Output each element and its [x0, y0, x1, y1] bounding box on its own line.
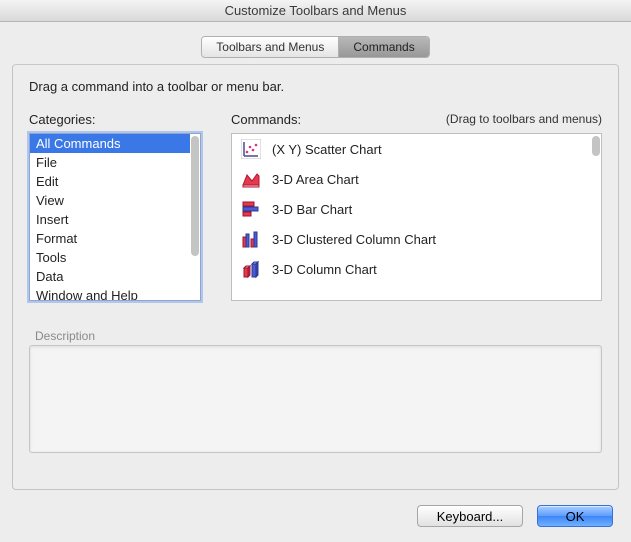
- keyboard-button[interactable]: Keyboard...: [417, 505, 523, 527]
- button-label: Keyboard...: [437, 509, 504, 524]
- area-3d-chart-icon: [240, 168, 262, 190]
- categories-column: Categories: All Commands File Edit View …: [29, 112, 201, 301]
- category-item-view[interactable]: View: [30, 191, 190, 210]
- scatter-chart-icon: [240, 138, 262, 160]
- category-label: Insert: [36, 212, 69, 227]
- button-row: Keyboard... OK: [0, 490, 631, 542]
- category-label: Tools: [36, 250, 66, 265]
- categories-label: Categories:: [29, 112, 95, 127]
- category-label: Format: [36, 231, 77, 246]
- scrollbar-thumb[interactable]: [191, 136, 199, 256]
- category-label: View: [36, 193, 64, 208]
- tab-bar-area: Toolbars and Menus Commands: [0, 22, 631, 58]
- commands-pane: Drag a command into a toolbar or menu ba…: [12, 64, 619, 490]
- command-label: 3-D Clustered Column Chart: [272, 232, 436, 247]
- command-label: 3-D Column Chart: [272, 262, 377, 277]
- category-label: Window and Help: [36, 288, 138, 300]
- tab-label: Commands: [353, 40, 414, 54]
- command-item-3d-bar-chart[interactable]: 3-D Bar Chart: [232, 194, 591, 224]
- category-label: File: [36, 155, 57, 170]
- clustered-column-3d-chart-icon: [240, 228, 262, 250]
- category-item-file[interactable]: File: [30, 153, 190, 172]
- command-item-3d-clustered-column-chart[interactable]: 3-D Clustered Column Chart: [232, 224, 591, 254]
- description-section: Description: [29, 329, 602, 453]
- command-item-3d-area-chart[interactable]: 3-D Area Chart: [232, 164, 591, 194]
- category-label: Data: [36, 269, 63, 284]
- category-item-data[interactable]: Data: [30, 267, 190, 286]
- tab-toolbars-and-menus[interactable]: Toolbars and Menus: [202, 37, 338, 57]
- command-item-xy-scatter-chart[interactable]: (X Y) Scatter Chart: [232, 134, 591, 164]
- tab-label: Toolbars and Menus: [216, 40, 324, 54]
- category-item-edit[interactable]: Edit: [30, 172, 190, 191]
- commands-scrollbar[interactable]: [592, 135, 600, 299]
- command-label: 3-D Bar Chart: [272, 202, 352, 217]
- category-item-all-commands[interactable]: All Commands: [30, 134, 190, 153]
- categories-listbox[interactable]: All Commands File Edit View Insert Forma…: [29, 133, 201, 301]
- scrollbar-thumb[interactable]: [592, 136, 600, 156]
- category-item-window-and-help[interactable]: Window and Help: [30, 286, 190, 300]
- drag-hint: (Drag to toolbars and menus): [446, 112, 602, 127]
- command-label: 3-D Area Chart: [272, 172, 359, 187]
- description-box: [29, 345, 602, 453]
- column-3d-chart-icon: [240, 258, 262, 280]
- category-item-format[interactable]: Format: [30, 229, 190, 248]
- category-item-insert[interactable]: Insert: [30, 210, 190, 229]
- description-label: Description: [35, 329, 602, 343]
- columns: Categories: All Commands File Edit View …: [29, 112, 602, 301]
- bar-3d-chart-icon: [240, 198, 262, 220]
- category-label: All Commands: [36, 136, 121, 151]
- category-item-tools[interactable]: Tools: [30, 248, 190, 267]
- tab-commands[interactable]: Commands: [338, 37, 428, 57]
- ok-button[interactable]: OK: [537, 505, 613, 527]
- command-label: (X Y) Scatter Chart: [272, 142, 382, 157]
- window-title: Customize Toolbars and Menus: [0, 0, 631, 22]
- command-item-3d-column-chart[interactable]: 3-D Column Chart: [232, 254, 591, 284]
- button-label: OK: [566, 509, 585, 524]
- category-label: Edit: [36, 174, 58, 189]
- instruction-text: Drag a command into a toolbar or menu ba…: [29, 79, 602, 94]
- commands-column: Commands: (Drag to toolbars and menus): [231, 112, 602, 301]
- customize-toolbars-window: Customize Toolbars and Menus Toolbars an…: [0, 0, 631, 542]
- tab-bar: Toolbars and Menus Commands: [201, 36, 429, 58]
- categories-scrollbar[interactable]: [191, 135, 199, 299]
- commands-listbox[interactable]: (X Y) Scatter Chart 3-D Area Chart: [231, 133, 602, 301]
- commands-label: Commands:: [231, 112, 301, 127]
